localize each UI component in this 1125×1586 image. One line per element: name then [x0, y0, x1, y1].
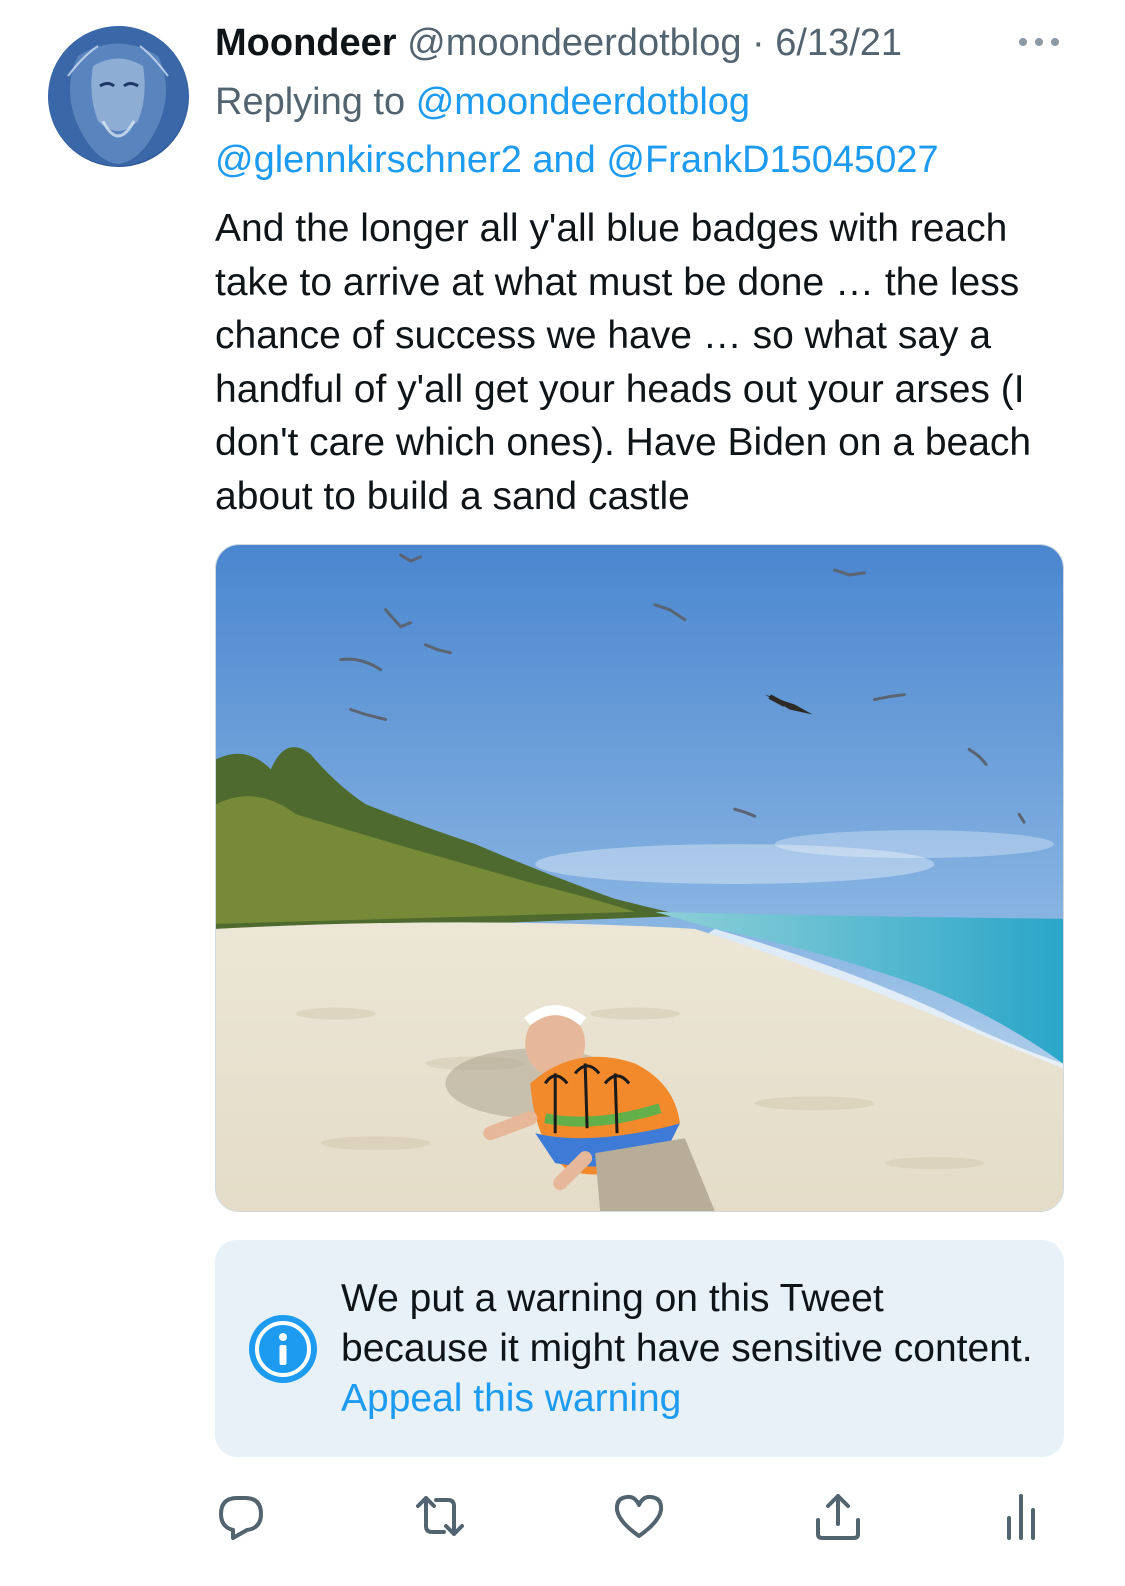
header-separator: · — [752, 22, 765, 64]
display-name[interactable]: Moondeer — [215, 22, 397, 64]
reply-mention-link[interactable]: @glennkirschner2 — [215, 139, 522, 181]
analytics-button[interactable] — [995, 1490, 1047, 1542]
analytics-icon — [1007, 1494, 1035, 1540]
share-button[interactable] — [812, 1490, 864, 1542]
replying-to-more: @glennkirschner2 and @FrankD15045027 — [215, 134, 1075, 186]
more-options-button[interactable] — [1015, 32, 1063, 52]
reply-icon — [219, 1496, 263, 1540]
avatar-image — [48, 26, 188, 166]
retweet-icon — [416, 1496, 464, 1536]
reply-and: and — [532, 139, 596, 181]
reply-button[interactable] — [215, 1490, 267, 1542]
beach-image — [216, 545, 1063, 1211]
tweet-media[interactable] — [215, 544, 1064, 1212]
like-button[interactable] — [613, 1490, 665, 1542]
share-icon — [816, 1494, 860, 1540]
info-icon — [249, 1315, 317, 1383]
reply-mention-link[interactable]: @FrankD15045027 — [606, 139, 938, 181]
warning-text: We put a warning on this Tweet because i… — [341, 1274, 1041, 1424]
user-handle[interactable]: @moondeerdotblog — [407, 22, 741, 64]
replying-to-label: Replying to — [215, 81, 406, 123]
ellipsis-icon — [1019, 38, 1059, 46]
sensitive-content-warning: We put a warning on this Tweet because i… — [215, 1240, 1064, 1457]
like-icon — [614, 1494, 664, 1538]
tweet-text: And the longer all y'all blue badges wit… — [215, 207, 1032, 518]
avatar[interactable] — [48, 26, 189, 167]
tweet-header: Moondeer @moondeerdotblog · 6/13/21 — [215, 18, 1075, 68]
retweet-button[interactable] — [414, 1490, 466, 1542]
appeal-warning-link[interactable]: Appeal this warning — [341, 1377, 681, 1420]
warning-message: We put a warning on this Tweet because i… — [341, 1277, 1033, 1370]
tweet-date[interactable]: 6/13/21 — [775, 22, 902, 64]
replying-to: Replying to @moondeerdotblog — [215, 76, 1075, 128]
tweet-actions — [215, 1490, 1064, 1550]
reply-mention-link[interactable]: @moondeerdotblog — [416, 81, 750, 123]
